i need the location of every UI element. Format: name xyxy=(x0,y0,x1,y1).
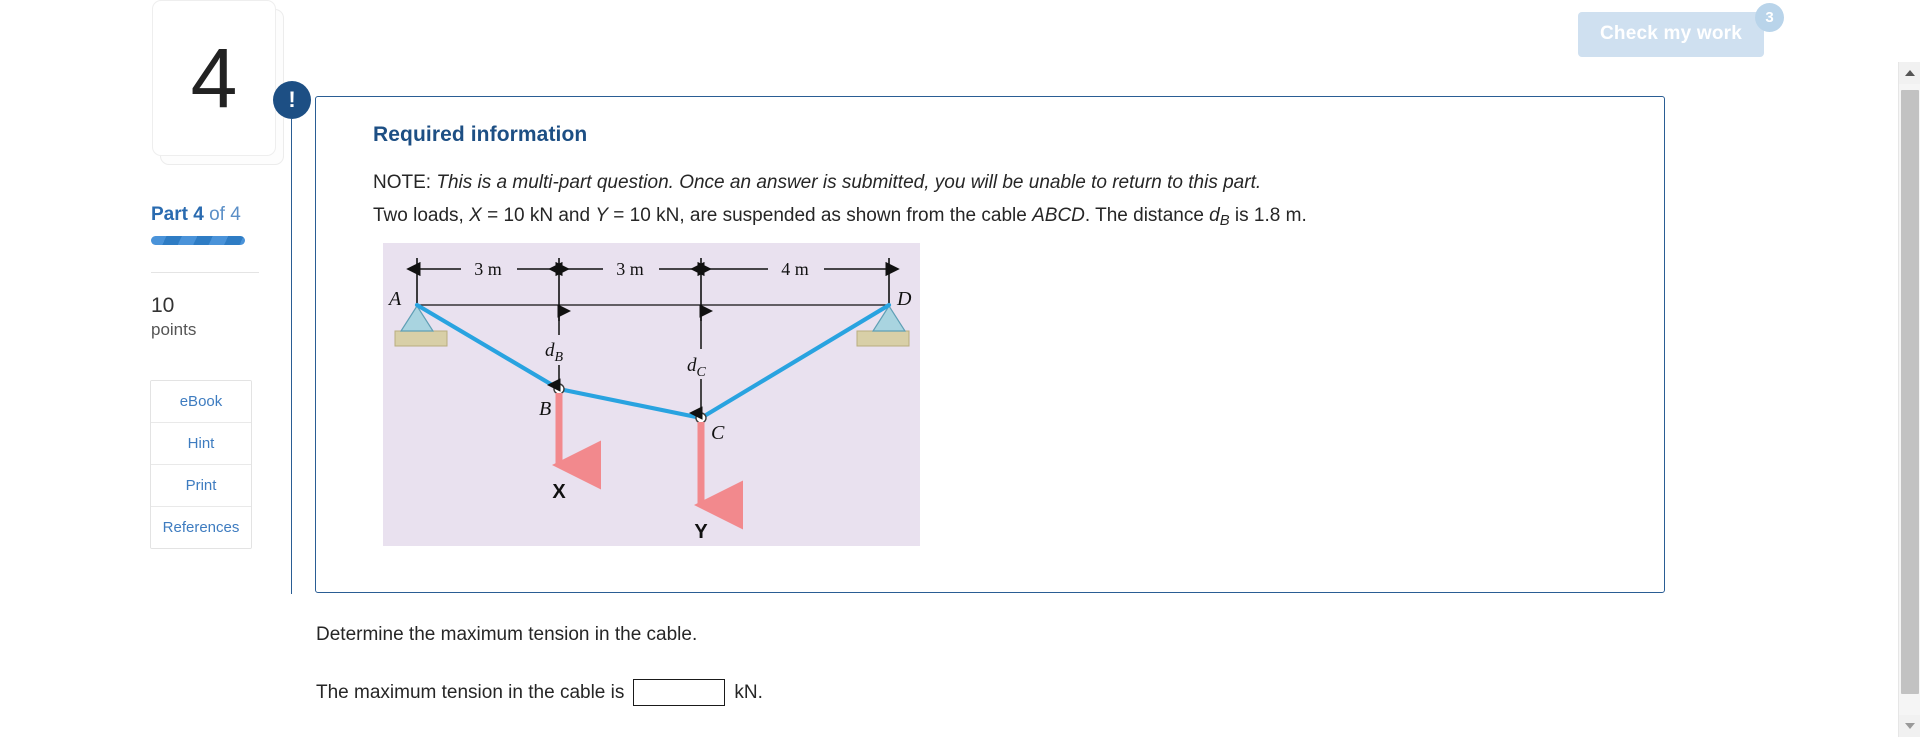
dc-label: dC xyxy=(687,355,707,380)
cable-diagram-figure: 3 m 3 m 4 m dB dC A B C D X Y xyxy=(383,243,920,546)
dim-ab-label: 3 m xyxy=(474,259,502,279)
label-c: C xyxy=(711,422,725,444)
dim-cd-label: 4 m xyxy=(781,259,809,279)
load-y-symbol: Y xyxy=(595,204,609,226)
load-x-symbol: X xyxy=(469,204,482,226)
note-italic-text: This is a multi-part question. Once an a… xyxy=(436,172,1262,193)
max-tension-input[interactable] xyxy=(633,679,726,706)
support-base-a xyxy=(394,330,448,347)
check-my-work-button[interactable]: Check my work xyxy=(1578,12,1764,57)
cable-abcd xyxy=(414,302,892,421)
sag-labels: dB dC xyxy=(545,340,707,380)
scroll-down-arrow-icon xyxy=(1905,723,1915,729)
db-label: dB xyxy=(545,340,564,365)
part-prefix: Part xyxy=(151,204,194,225)
part-indicator: Part 4 of 4 xyxy=(151,204,290,226)
loads-text-4: . The distance xyxy=(1084,204,1210,226)
points-label: points xyxy=(151,320,197,340)
dim-bc-label: 3 m xyxy=(616,259,644,279)
question-prompt: Determine the maximum tension in the cab… xyxy=(316,624,698,645)
exclamation-icon: ! xyxy=(273,81,311,119)
cable-diagram-svg: 3 m 3 m 4 m dB dC A B C D X Y xyxy=(387,256,912,543)
loads-text-2: = 10 kN and xyxy=(481,204,596,226)
question-number-card: 4 xyxy=(152,0,284,165)
span-dimension-labels: 3 m 3 m 4 m xyxy=(461,256,824,280)
part-total: of 4 xyxy=(203,204,241,225)
support-base-d xyxy=(856,330,910,347)
part-current: 4 xyxy=(193,204,204,225)
answer-row: The maximum tension in the cable is kN. xyxy=(316,679,763,706)
question-number: 4 xyxy=(190,31,238,125)
cable-name: ABCD xyxy=(1032,204,1085,226)
distance-d-symbol: d xyxy=(1209,204,1220,226)
label-a: A xyxy=(387,288,402,310)
print-button[interactable]: Print xyxy=(151,465,251,508)
joint-b xyxy=(553,383,565,395)
ebook-button[interactable]: eBook xyxy=(151,381,251,424)
loads-text-5: is 1.8 m. xyxy=(1229,204,1307,226)
load-arrows xyxy=(552,393,743,530)
scrollbar-thumb[interactable] xyxy=(1901,90,1919,694)
load-x-label: X xyxy=(552,481,566,503)
answer-prefix-label: The maximum tension in the cable is xyxy=(316,681,625,703)
check-my-work-badge: 3 xyxy=(1755,3,1784,32)
page-scrollbar[interactable] xyxy=(1898,62,1920,737)
rail-divider xyxy=(151,272,259,273)
scroll-up-arrow-icon xyxy=(1905,70,1915,76)
part-progress-bar xyxy=(151,236,245,245)
loads-paragraph: Two loads, X = 10 kN and Y = 10 kN, are … xyxy=(373,202,1664,233)
hint-button[interactable]: Hint xyxy=(151,423,251,466)
load-y-label: Y xyxy=(694,521,708,543)
question-card-front: 4 xyxy=(152,0,276,156)
question-rail: 4 Part 4 of 4 10 points eBook Hint Print… xyxy=(150,0,290,550)
points-value: 10 xyxy=(151,294,175,317)
answer-unit-label: kN. xyxy=(734,681,763,703)
joint-c xyxy=(695,412,707,424)
scroll-up-button[interactable] xyxy=(1899,62,1920,84)
distance-d-subscript: B xyxy=(1219,212,1230,229)
load-labels: X Y xyxy=(552,481,708,543)
note-paragraph: NOTE: This is a multi-part question. Onc… xyxy=(373,169,1664,197)
label-d: D xyxy=(896,288,912,310)
page-root: Check my work 3 4 Part 4 of 4 10 points … xyxy=(0,0,1920,737)
references-button[interactable]: References xyxy=(151,507,251,549)
scroll-down-button[interactable] xyxy=(1899,715,1920,737)
required-information-title: Required information xyxy=(373,123,588,146)
loads-text-1: Two loads, xyxy=(373,204,470,226)
label-b: B xyxy=(539,398,551,420)
note-prefix: NOTE: xyxy=(373,172,437,193)
check-my-work-group: Check my work 3 xyxy=(1578,3,1784,57)
callout-connector-line xyxy=(291,119,292,594)
callout-content: Required information NOTE: This is a mul… xyxy=(316,97,1664,232)
rail-button-group: eBook Hint Print References xyxy=(150,380,252,550)
loads-text-3: = 10 kN, are suspended as shown from the… xyxy=(608,204,1033,226)
point-labels: A B C D xyxy=(387,288,912,444)
